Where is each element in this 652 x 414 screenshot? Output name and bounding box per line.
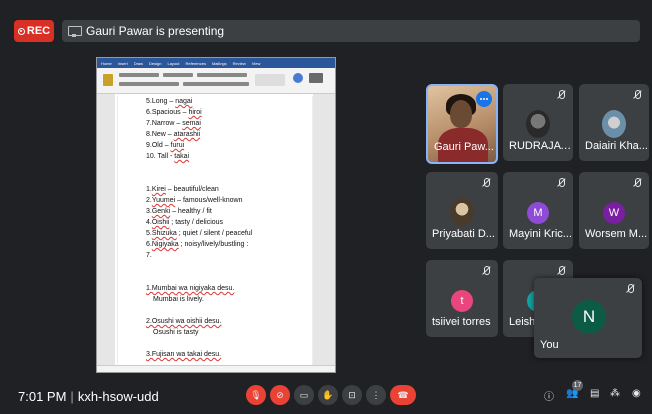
hang-up-icon: ☎	[397, 389, 409, 400]
activities-icon[interactable]: ⁂	[610, 388, 620, 399]
ribbon-tab[interactable]: Insert	[118, 61, 128, 66]
word-ribbon-tabs: Home Insert Draw Design Layout References Mail…	[97, 58, 335, 68]
participant-tile[interactable]: W Worsem M...	[579, 172, 649, 249]
speaking-indicator-icon	[476, 91, 492, 107]
mic-off-icon	[556, 178, 566, 188]
document-line: 2.Yuumei – famous/well-known	[146, 197, 243, 204]
hand-icon: ✋	[322, 389, 334, 400]
avatar	[526, 110, 550, 138]
self-view-tile[interactable]: N You	[534, 278, 642, 358]
ribbon-tab[interactable]: Design	[149, 61, 161, 66]
document-page: 5.Long – nagai 6.Spacious – hiroi 7.Narrow…	[117, 96, 313, 366]
presenting-text: Gauri Pawar is presenting	[86, 24, 225, 38]
avatar	[602, 110, 626, 138]
present-icon: ⊡	[348, 389, 356, 400]
top-bar: REC Gauri Pawar is presenting	[0, 0, 652, 48]
mic-off-icon	[481, 266, 491, 276]
meeting-info: 7:01 PM | kxh-hsow-udd	[18, 389, 159, 404]
document-line: 2.Osushi wa oishii desu.	[146, 318, 222, 325]
document-line: 5.Long – nagai	[146, 98, 193, 105]
mic-off-icon	[632, 90, 642, 100]
rec-label: REC	[26, 25, 51, 37]
participant-name: Daiairi Kha...	[585, 140, 648, 152]
document-line: 6.Spacious – hiroi	[146, 109, 202, 116]
captions-button[interactable]: ▭	[294, 385, 314, 405]
avatar: t	[451, 290, 473, 312]
document-line: 3.Fujisan wa takai desu.	[146, 351, 222, 358]
document-line: Osushi is tasty	[153, 329, 199, 336]
clock-time: 7:01 PM	[18, 389, 67, 404]
mic-off-icon	[625, 284, 635, 294]
document-line: 3.Genki – healthy / fit	[146, 208, 212, 215]
participant-name: RUDRAJAY...	[509, 140, 573, 152]
ribbon-tab[interactable]: References	[186, 61, 206, 66]
ribbon-tab[interactable]: Home	[101, 61, 112, 66]
mic-toggle-button[interactable]: 🎙	[246, 385, 266, 405]
mic-off-icon	[632, 178, 642, 188]
participant-tile[interactable]: Daiairi Kha...	[579, 84, 649, 161]
captions-icon: ▭	[299, 389, 309, 400]
participant-name: Gauri Paw...	[434, 141, 494, 153]
recording-badge[interactable]: REC	[14, 20, 54, 42]
mic-off-icon	[556, 90, 566, 100]
host-controls-icon[interactable]: ◉	[632, 388, 641, 399]
avatar: M	[527, 202, 549, 224]
ribbon-tab[interactable]: Draw	[134, 61, 143, 66]
ribbon-tab[interactable]: Review	[233, 61, 246, 66]
word-status-bar	[97, 365, 335, 372]
document-line: 9.Old – furui	[146, 142, 185, 149]
ribbon-tab[interactable]: Layout	[167, 61, 179, 66]
participant-tile[interactable]: M Mayini Kric...	[503, 172, 573, 249]
more-vertical-icon: ⋮	[371, 389, 381, 400]
leave-call-button[interactable]: ☎	[390, 385, 416, 405]
camera-toggle-button[interactable]: ⊘	[270, 385, 290, 405]
document-margin-right	[313, 94, 335, 372]
document-text: 5.Long – nagai 6.Spacious – hiroi 7.Narrow…	[146, 96, 311, 360]
document-line: 5.Shizuka ; quiet / silent / peaceful	[146, 230, 253, 237]
document-line: 1.Mumbai wa nigiyaka desu.	[146, 285, 235, 292]
document-line: Mumbai is lively.	[153, 296, 204, 303]
mic-off-icon: 🎙	[250, 389, 262, 400]
presenting-banner: Gauri Pawar is presenting	[62, 20, 640, 42]
present-screen-icon	[68, 25, 82, 37]
participant-tile[interactable]: RUDRAJAY...	[503, 84, 573, 161]
raise-hand-button[interactable]: ✋	[318, 385, 338, 405]
document-line: 1.Kirei – beautiful/clean	[146, 186, 219, 193]
document-margin-left	[97, 94, 115, 372]
meeting-details-icon[interactable]: ⓘ	[544, 388, 554, 403]
camera-off-icon: ⊘	[276, 389, 284, 400]
ribbon-tab[interactable]: View	[252, 61, 261, 66]
meeting-code[interactable]: kxh-hsow-udd	[78, 389, 159, 404]
self-name: You	[540, 339, 559, 351]
participant-tile-speaking[interactable]: Gauri Paw...	[426, 84, 498, 164]
chat-icon[interactable]: ▤	[590, 388, 599, 399]
participant-name: Worsem M...	[585, 228, 648, 240]
document-line: 4.Oishii ; tasty / delicious	[146, 219, 224, 226]
document-line: 6.Nigiyaka ; noisy/lively/bustling :	[146, 241, 249, 248]
participant-tile[interactable]: Priyabati D...	[426, 172, 498, 249]
document-line: 7.Narrow – semai	[146, 120, 201, 127]
document-line: 7.	[146, 252, 152, 259]
mic-off-icon	[556, 266, 566, 276]
present-button[interactable]: ⊡	[342, 385, 362, 405]
mic-off-icon	[481, 178, 491, 188]
bottom-bar: 7:01 PM | kxh-hsow-udd 🎙 ⊘ ▭ ✋ ⊡ ⋮ ☎ ⓘ 👥 1…	[0, 376, 652, 414]
document-line: 10. Tall - takai	[146, 153, 190, 160]
avatar	[450, 198, 474, 226]
participant-name: Mayini Kric...	[509, 228, 572, 240]
avatar: N	[572, 300, 606, 334]
shared-screen: Home Insert Draw Design Layout References Mail…	[96, 57, 336, 373]
participant-count-badge: 17	[572, 380, 583, 391]
record-icon	[17, 27, 25, 35]
document-line: 8.New – atarashii	[146, 131, 201, 138]
avatar: W	[603, 202, 625, 224]
participant-name: tsiivei torres	[432, 316, 491, 328]
participant-tile[interactable]: t tsiivei torres	[426, 260, 498, 337]
ribbon-tab[interactable]: Mailings	[212, 61, 227, 66]
more-options-button[interactable]: ⋮	[366, 385, 386, 405]
word-ribbon-toolbar	[97, 68, 335, 94]
participant-name: Priyabati D...	[432, 228, 495, 240]
